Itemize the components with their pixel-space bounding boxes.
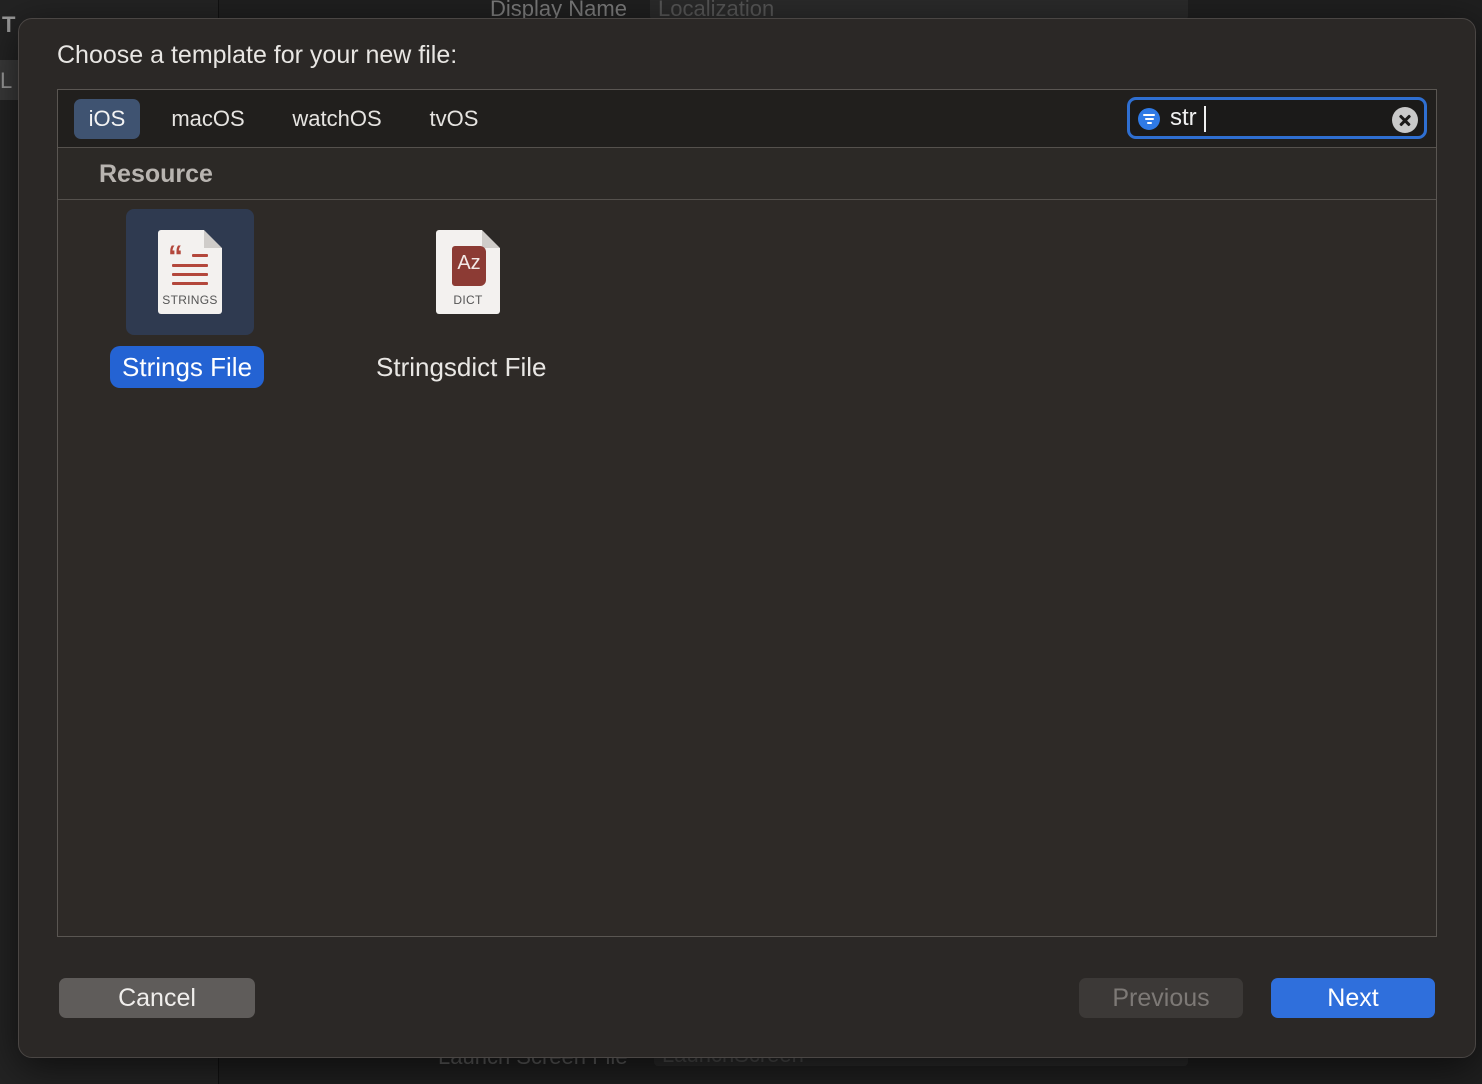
strings-file-icon: “ STRINGS xyxy=(158,230,222,314)
new-file-template-sheet: Choose a template for your new file: iOS… xyxy=(18,18,1476,1058)
sheet-title: Choose a template for your new file: xyxy=(57,41,458,69)
icon-caption: STRINGS xyxy=(162,293,218,307)
template-chooser: iOS macOS watchOS tvOS Resource xyxy=(57,89,1437,937)
clear-search-icon[interactable] xyxy=(1392,107,1418,133)
template-icon-container: Az DICT xyxy=(404,209,532,335)
template-icon-container: “ STRINGS xyxy=(126,209,254,335)
filter-search-field[interactable] xyxy=(1127,97,1427,139)
text-caret xyxy=(1204,106,1206,132)
tab-tvos[interactable]: tvOS xyxy=(416,99,492,139)
previous-button[interactable]: Previous xyxy=(1079,978,1243,1018)
icon-caption: DICT xyxy=(453,293,483,307)
section-header: Resource xyxy=(58,148,1436,200)
tab-watchos[interactable]: watchOS xyxy=(278,99,396,139)
section-title: Resource xyxy=(99,160,213,188)
template-strings-file[interactable]: “ STRINGS Strings File xyxy=(58,209,328,399)
template-stringsdict-file[interactable]: Az DICT Stringsdict File xyxy=(336,209,606,399)
template-label[interactable]: Stringsdict File xyxy=(364,346,559,388)
tab-macos[interactable]: macOS xyxy=(158,99,258,139)
background-display-name-field: Localization xyxy=(650,0,1188,21)
quote-glyph-icon: “ xyxy=(168,240,183,273)
search-input[interactable] xyxy=(1170,104,1380,132)
background-sidebar-row-text: L xyxy=(0,68,13,93)
filter-icon[interactable] xyxy=(1138,108,1160,130)
stringsdict-file-icon: Az DICT xyxy=(436,230,500,314)
template-label[interactable]: Strings File xyxy=(110,346,265,388)
background-sidebar-text: T xyxy=(2,12,16,37)
platform-bar: iOS macOS watchOS tvOS xyxy=(58,90,1436,148)
tab-ios[interactable]: iOS xyxy=(74,99,140,139)
next-button[interactable]: Next xyxy=(1271,978,1435,1018)
dictionary-badge-icon: Az xyxy=(452,246,486,286)
cancel-button[interactable]: Cancel xyxy=(59,978,255,1018)
